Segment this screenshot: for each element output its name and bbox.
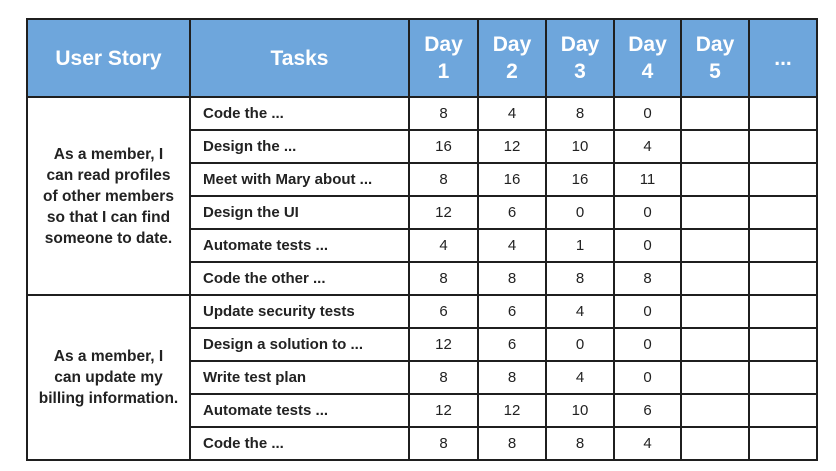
table-row: As a member, I can update my billing inf… xyxy=(26,294,818,461)
hours-remaining-day-5 xyxy=(680,96,750,131)
hours-remaining-day-1: 8 xyxy=(408,96,479,131)
hours-remaining-more xyxy=(748,426,818,461)
hours-remaining-day-4: 8 xyxy=(613,261,682,296)
hours-remaining-more xyxy=(748,294,818,329)
hours-remaining-day-3: 0 xyxy=(545,195,615,230)
hours-remaining-more xyxy=(748,393,818,428)
hours-remaining-day-2: 8 xyxy=(477,426,547,461)
task-name-cell: Code the other ... xyxy=(189,261,410,296)
hours-remaining-day-1: 16 xyxy=(408,129,479,164)
hours-remaining-day-3: 8 xyxy=(545,261,615,296)
header-day-5: Day 5 xyxy=(680,18,750,98)
user-story-cell: As a member, I can read profiles of othe… xyxy=(26,96,191,296)
sprint-task-table: User Story Tasks Day 1 Day 2 Day 3 Day 4… xyxy=(26,18,818,461)
header-tasks: Tasks xyxy=(189,18,410,98)
hours-remaining-day-4: 0 xyxy=(613,327,682,362)
hours-remaining-more xyxy=(748,96,818,131)
hours-remaining-day-1: 8 xyxy=(408,360,479,395)
hours-remaining-day-2: 12 xyxy=(477,129,547,164)
hours-remaining-day-5 xyxy=(680,228,750,263)
hours-remaining-day-4: 0 xyxy=(613,294,682,329)
hours-remaining-day-3: 8 xyxy=(545,426,615,461)
hours-remaining-day-1: 8 xyxy=(408,426,479,461)
hours-remaining-day-2: 6 xyxy=(477,195,547,230)
hours-remaining-more xyxy=(748,261,818,296)
header-row: User Story Tasks Day 1 Day 2 Day 3 Day 4… xyxy=(26,18,818,98)
hours-remaining-more xyxy=(748,327,818,362)
hours-remaining-day-4: 0 xyxy=(613,360,682,395)
hours-remaining-day-5 xyxy=(680,162,750,197)
hours-remaining-day-5 xyxy=(680,261,750,296)
hours-remaining-day-4: 4 xyxy=(613,426,682,461)
header-user-story: User Story xyxy=(26,18,191,98)
hours-remaining-day-4: 11 xyxy=(613,162,682,197)
task-name-cell: Design the UI xyxy=(189,195,410,230)
hours-remaining-more xyxy=(748,162,818,197)
hours-remaining-day-5 xyxy=(680,360,750,395)
table-row: As a member, I can read profiles of othe… xyxy=(26,96,818,296)
hours-remaining-more xyxy=(748,360,818,395)
hours-remaining-day-1: 8 xyxy=(408,162,479,197)
hours-remaining-day-3: 1 xyxy=(545,228,615,263)
task-name-cell: Write test plan xyxy=(189,360,410,395)
table-body: As a member, I can read profiles of othe… xyxy=(26,96,818,461)
hours-remaining-day-3: 10 xyxy=(545,393,615,428)
hours-remaining-day-4: 0 xyxy=(613,195,682,230)
task-name-cell: Design a solution to ... xyxy=(189,327,410,362)
header-day-3: Day 3 xyxy=(545,18,615,98)
task-name-cell: Code the ... xyxy=(189,426,410,461)
hours-remaining-day-3: 4 xyxy=(545,294,615,329)
hours-remaining-day-4: 6 xyxy=(613,393,682,428)
hours-remaining-day-1: 12 xyxy=(408,327,479,362)
hours-remaining-day-5 xyxy=(680,294,750,329)
hours-remaining-day-4: 0 xyxy=(613,228,682,263)
hours-remaining-day-3: 0 xyxy=(545,327,615,362)
hours-remaining-more xyxy=(748,195,818,230)
hours-remaining-day-1: 6 xyxy=(408,294,479,329)
header-more-days: ... xyxy=(748,18,818,98)
hours-remaining-day-2: 4 xyxy=(477,96,547,131)
user-story-cell: As a member, I can update my billing inf… xyxy=(26,294,191,461)
task-name-cell: Code the ... xyxy=(189,96,410,131)
hours-remaining-day-3: 10 xyxy=(545,129,615,164)
hours-remaining-day-4: 0 xyxy=(613,96,682,131)
hours-remaining-day-2: 8 xyxy=(477,261,547,296)
hours-remaining-day-2: 16 xyxy=(477,162,547,197)
hours-remaining-day-3: 4 xyxy=(545,360,615,395)
header-day-1: Day 1 xyxy=(408,18,479,98)
header-day-4: Day 4 xyxy=(613,18,682,98)
hours-remaining-day-1: 12 xyxy=(408,393,479,428)
hours-remaining-day-3: 8 xyxy=(545,96,615,131)
hours-remaining-day-2: 6 xyxy=(477,294,547,329)
hours-remaining-day-4: 4 xyxy=(613,129,682,164)
task-name-cell: Update security tests xyxy=(189,294,410,329)
hours-remaining-day-5 xyxy=(680,129,750,164)
hours-remaining-day-2: 4 xyxy=(477,228,547,263)
task-name-cell: Meet with Mary about ... xyxy=(189,162,410,197)
hours-remaining-day-1: 8 xyxy=(408,261,479,296)
task-name-cell: Automate tests ... xyxy=(189,393,410,428)
hours-remaining-day-5 xyxy=(680,327,750,362)
user-story-text: As a member, I can update my billing inf… xyxy=(38,348,179,407)
hours-remaining-day-3: 16 xyxy=(545,162,615,197)
header-day-2: Day 2 xyxy=(477,18,547,98)
hours-remaining-day-2: 8 xyxy=(477,360,547,395)
user-story-text: As a member, I can read profiles of othe… xyxy=(43,145,174,247)
hours-remaining-day-1: 12 xyxy=(408,195,479,230)
hours-remaining-more xyxy=(748,129,818,164)
hours-remaining-day-5 xyxy=(680,195,750,230)
hours-remaining-day-2: 6 xyxy=(477,327,547,362)
task-name-cell: Automate tests ... xyxy=(189,228,410,263)
hours-remaining-day-2: 12 xyxy=(477,393,547,428)
hours-remaining-day-5 xyxy=(680,426,750,461)
task-name-cell: Design the ... xyxy=(189,129,410,164)
hours-remaining-more xyxy=(748,228,818,263)
hours-remaining-day-5 xyxy=(680,393,750,428)
hours-remaining-day-1: 4 xyxy=(408,228,479,263)
